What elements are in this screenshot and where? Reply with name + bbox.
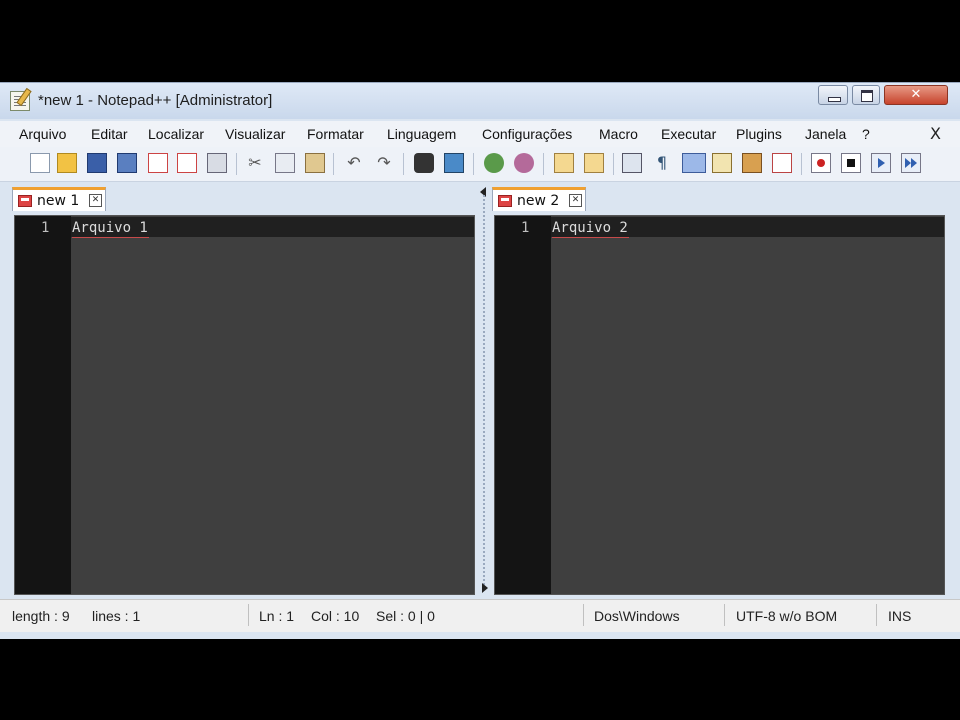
find-icon[interactable]	[414, 153, 434, 173]
save-all-icon[interactable]	[117, 153, 137, 173]
word-wrap-icon[interactable]	[622, 153, 642, 173]
menu-help[interactable]: ?	[862, 126, 870, 142]
editor-text[interactable]: Arquivo 2	[552, 220, 628, 236]
tab-label: new 1	[37, 193, 80, 209]
show-all-chars-icon[interactable]: ¶	[652, 153, 672, 173]
status-separator	[724, 604, 725, 626]
title-bar[interactable]: *new 1 - Notepad++ [Administrator]	[0, 83, 960, 119]
editor-text[interactable]: Arquivo 1	[72, 220, 148, 236]
play-macro-icon[interactable]	[871, 153, 891, 173]
sync-vertical-icon[interactable]	[554, 153, 574, 173]
folder-workspace-icon[interactable]	[772, 153, 792, 173]
toolbar-separator	[801, 153, 802, 175]
tab-new-1[interactable]: new 1 ✕	[12, 187, 106, 211]
toolbar: ✂ ↶ ↷ ¶	[0, 147, 960, 182]
status-line: Ln : 1	[259, 608, 295, 624]
left-editor[interactable]: 1 Arquivo 1	[14, 215, 475, 595]
status-encoding: UTF-8 w/o BOM	[736, 608, 838, 624]
close-icon[interactable]	[148, 153, 168, 173]
new-file-icon[interactable]	[30, 153, 50, 173]
toolbar-separator	[333, 153, 334, 175]
status-column: Col : 10	[311, 608, 360, 624]
status-separator	[583, 604, 584, 626]
line-number-gutter	[15, 216, 71, 594]
spellcheck-underline	[552, 237, 629, 238]
menu-macro[interactable]: Macro	[599, 126, 638, 142]
run-macro-multiple-icon[interactable]	[901, 153, 921, 173]
record-macro-icon[interactable]	[811, 153, 831, 173]
status-separator	[876, 604, 877, 626]
indent-guide-icon[interactable]	[682, 153, 706, 173]
unsaved-file-icon	[498, 195, 512, 207]
arrow-right-icon[interactable]	[482, 583, 488, 593]
splitter-handle[interactable]	[483, 195, 485, 585]
save-icon[interactable]	[87, 153, 107, 173]
doc-map-icon[interactable]	[712, 153, 732, 173]
menu-bar: Arquivo Editar Localizar Visualizar Form…	[0, 121, 960, 147]
copy-icon[interactable]	[275, 153, 295, 173]
zoom-in-icon[interactable]	[484, 153, 504, 173]
menu-plugins[interactable]: Plugins	[736, 126, 782, 142]
replace-icon[interactable]	[444, 153, 464, 173]
spellcheck-underline	[72, 237, 149, 238]
status-insert-mode: INS	[888, 608, 912, 624]
right-editor[interactable]: 1 Arquivo 2	[494, 215, 945, 595]
sync-horizontal-icon[interactable]	[584, 153, 604, 173]
open-file-icon[interactable]	[57, 153, 77, 173]
print-icon[interactable]	[207, 153, 227, 173]
window-controls	[818, 85, 952, 107]
menu-linguagem[interactable]: Linguagem	[387, 126, 456, 142]
menu-configuracoes[interactable]: Configurações	[482, 126, 572, 142]
redo-icon[interactable]: ↷	[374, 153, 394, 173]
menu-arquivo[interactable]: Arquivo	[19, 126, 66, 142]
maximize-button[interactable]	[852, 85, 880, 105]
pane-splitter[interactable]	[476, 183, 492, 595]
undo-icon[interactable]: ↶	[344, 153, 364, 173]
menu-executar[interactable]: Executar	[661, 126, 716, 142]
toolbar-separator	[236, 153, 237, 175]
menu-visualizar[interactable]: Visualizar	[225, 126, 285, 142]
menu-janela[interactable]: Janela	[805, 126, 846, 142]
toolbar-separator	[403, 153, 404, 175]
function-list-icon[interactable]	[742, 153, 762, 173]
line-number-gutter	[495, 216, 551, 594]
notepad-app-icon[interactable]	[10, 91, 30, 111]
menu-formatar[interactable]: Formatar	[307, 126, 364, 142]
tab-new-2[interactable]: new 2 ✕	[492, 187, 586, 211]
close-tab-icon[interactable]: ✕	[569, 194, 582, 207]
status-selection: Sel : 0 | 0	[376, 608, 435, 624]
status-separator	[248, 604, 249, 626]
toolbar-separator	[473, 153, 474, 175]
menu-editar[interactable]: Editar	[91, 126, 128, 142]
stop-record-icon[interactable]	[841, 153, 861, 173]
toolbar-separator	[543, 153, 544, 175]
unsaved-file-icon	[18, 195, 32, 207]
close-tab-icon[interactable]: ✕	[89, 194, 102, 207]
cut-icon[interactable]: ✂	[245, 153, 265, 173]
line-number: 1	[41, 220, 50, 236]
menu-localizar[interactable]: Localizar	[148, 126, 204, 142]
close-all-icon[interactable]	[177, 153, 197, 173]
status-bar: length : 9 lines : 1 Ln : 1 Col : 10 Sel…	[0, 599, 960, 632]
status-length: length : 9	[12, 608, 70, 624]
close-document-button[interactable]: X	[930, 124, 941, 143]
line-number: 1	[521, 220, 530, 236]
minimize-button[interactable]	[818, 85, 848, 105]
toolbar-separator	[613, 153, 614, 175]
window-title: *new 1 - Notepad++ [Administrator]	[38, 92, 273, 109]
close-window-button[interactable]	[884, 85, 948, 105]
paste-icon[interactable]	[305, 153, 325, 173]
notepadpp-window: *new 1 - Notepad++ [Administrator] Arqui…	[0, 82, 960, 639]
status-lines: lines : 1	[92, 608, 141, 624]
zoom-out-icon[interactable]	[514, 153, 534, 173]
tab-label: new 2	[517, 193, 560, 209]
status-eol: Dos\Windows	[594, 608, 680, 624]
